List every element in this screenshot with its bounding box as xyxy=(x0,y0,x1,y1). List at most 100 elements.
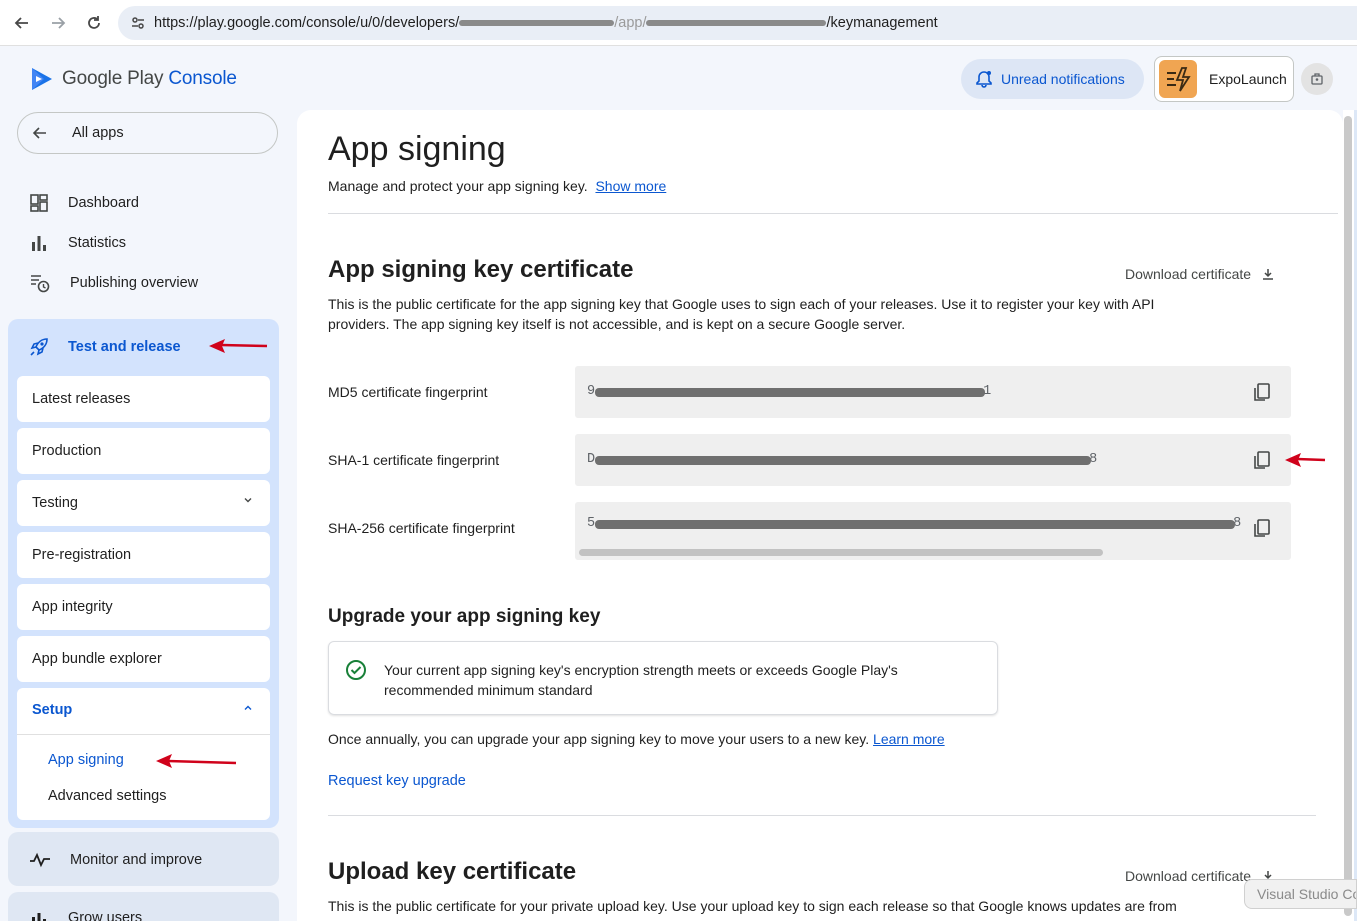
redaction-bar xyxy=(595,520,1235,529)
sidebar-item-test-and-release[interactable]: Test and release xyxy=(28,332,181,362)
upload-cert-description: This is the public certificate for your … xyxy=(328,898,1177,914)
page-title: App signing xyxy=(328,130,506,168)
redaction-bar xyxy=(595,388,985,397)
sha1-value-start: D xyxy=(587,452,596,467)
url-prefix: https://play.google.com/console/u/0/deve… xyxy=(154,15,460,31)
md5-label: MD5 certificate fingerprint xyxy=(328,384,488,400)
encryption-status-box: Your current app signing key's encryptio… xyxy=(328,641,998,715)
download-icon xyxy=(1263,269,1274,280)
sidebar-item-label: Statistics xyxy=(68,235,127,251)
sidebar-item-publishing-overview[interactable]: Publishing overview xyxy=(28,268,198,298)
request-key-upgrade-link[interactable]: Request key upgrade xyxy=(328,773,466,789)
download-certificate-label: Download certificate xyxy=(1125,868,1252,884)
md5-fingerprint-field[interactable]: 91 xyxy=(575,366,1291,418)
chevron-up-icon[interactable] xyxy=(242,702,254,714)
all-apps-button[interactable]: All apps xyxy=(17,112,278,154)
app-name: ExpoLaunch xyxy=(1209,71,1287,87)
page-subtitle-text: Manage and protect your app signing key. xyxy=(328,178,588,194)
publishing-history-icon xyxy=(31,275,50,293)
download-certificate-label: Download certificate xyxy=(1125,266,1252,282)
horizontal-scrollbar[interactable] xyxy=(579,549,1103,556)
sub-item-label: App bundle explorer xyxy=(32,651,162,667)
divider xyxy=(328,213,1338,214)
url-mid: /app/ xyxy=(614,15,647,31)
sidebar-item-app-bundle-explorer[interactable]: App bundle explorer xyxy=(17,636,270,682)
download-certificate-button[interactable]: Download certificate xyxy=(1125,266,1275,282)
sub-item-label: Latest releases xyxy=(32,391,131,407)
dashboard-icon xyxy=(30,194,48,212)
divider xyxy=(328,815,1316,816)
browser-toolbar: https://play.google.com/console/u/0/deve… xyxy=(0,0,1357,46)
annotation-arrow-test-and-release xyxy=(209,339,268,353)
sidebar-item-label: Dashboard xyxy=(68,195,139,211)
page-subtitle: Manage and protect your app signing key.… xyxy=(328,178,666,194)
site-settings-icon[interactable] xyxy=(122,14,154,32)
bar-chart-icon xyxy=(32,236,46,251)
notifications-label: Unread notifications xyxy=(1001,71,1125,87)
sidebar-item-pre-registration[interactable]: Pre-registration xyxy=(17,532,270,578)
md5-value-start: 9 xyxy=(587,384,596,399)
sha256-fingerprint-field[interactable]: 58 xyxy=(575,502,1291,560)
chevron-down-icon xyxy=(244,498,252,503)
check-circle-icon xyxy=(346,660,366,680)
address-bar[interactable]: https://play.google.com/console/u/0/deve… xyxy=(118,6,1357,40)
copy-icon[interactable] xyxy=(1251,381,1273,403)
copy-icon[interactable] xyxy=(1251,449,1273,471)
sidebar-item-advanced-settings[interactable]: Advanced settings xyxy=(48,788,167,804)
back-icon[interactable] xyxy=(4,5,40,41)
sidebar-item-app-signing[interactable]: App signing xyxy=(48,752,124,768)
sidebar-item-label: Grow users xyxy=(68,910,143,921)
section-title-upgrade: Upgrade your app signing key xyxy=(328,606,601,627)
play-logo-icon xyxy=(32,68,52,90)
reload-icon[interactable] xyxy=(76,5,112,41)
all-apps-label: All apps xyxy=(72,125,124,141)
annotation-arrow-app-signing xyxy=(156,754,237,768)
google-play-console-logo[interactable]: Google Play Console xyxy=(30,66,237,92)
show-more-link[interactable]: Show more xyxy=(595,178,666,194)
sidebar-item-latest-releases[interactable]: Latest releases xyxy=(17,376,270,422)
section-description: This is the public certificate for the a… xyxy=(328,296,1155,332)
account-icon[interactable] xyxy=(1301,63,1333,95)
main-content: App signing Manage and protect your app … xyxy=(297,110,1343,921)
sidebar-item-testing[interactable]: Testing xyxy=(17,480,270,526)
url-suffix: /keymanagement xyxy=(826,15,938,31)
redacted-app-id xyxy=(646,20,827,27)
annotation-arrow-sha1 xyxy=(1285,453,1326,467)
app-selector[interactable]: ExpoLaunch xyxy=(1154,56,1294,102)
redacted-developer-id xyxy=(459,20,615,27)
copy-icon[interactable] xyxy=(1251,517,1273,539)
forward-icon[interactable] xyxy=(40,5,76,41)
section-title-upload-cert: Upload key certificate xyxy=(328,858,577,885)
monitor-pulse-icon xyxy=(30,852,50,868)
divider xyxy=(17,734,270,735)
sha256-value-start: 5 xyxy=(587,516,596,531)
rocket-icon xyxy=(30,338,48,356)
learn-more-link[interactable]: Learn more xyxy=(873,731,945,747)
sub-item-label: Production xyxy=(32,443,102,459)
sidebar-item-dashboard[interactable]: Dashboard xyxy=(28,188,139,218)
arrow-back-icon xyxy=(32,127,46,139)
logo-text-console: Console xyxy=(168,68,237,89)
expolaunch-app-icon xyxy=(1159,60,1197,98)
sidebar-item-app-integrity[interactable]: App integrity xyxy=(17,584,270,630)
sha1-fingerprint-field[interactable]: D8 xyxy=(575,434,1291,486)
vscode-overlay[interactable]: Visual Studio Co xyxy=(1244,879,1357,909)
logo-text: Google Play Console xyxy=(62,68,237,90)
section-title-app-signing-cert: App signing key certificate xyxy=(328,256,634,283)
sidebar-item-grow-users[interactable]: Grow users xyxy=(28,903,142,921)
page-scrollbar[interactable] xyxy=(1344,116,1352,916)
upgrade-note: Once annually, you can upgrade your app … xyxy=(328,731,945,747)
sha1-label: SHA-1 certificate fingerprint xyxy=(328,452,500,468)
sub-item-label: Pre-registration xyxy=(32,547,132,563)
sidebar-item-monitor-and-improve[interactable]: Monitor and improve xyxy=(28,845,202,875)
setup-toggle[interactable]: Setup xyxy=(32,702,72,718)
sidebar-item-statistics[interactable]: Statistics xyxy=(28,228,126,258)
upgrade-note-text: Once annually, you can upgrade your app … xyxy=(328,731,870,747)
grow-chart-icon xyxy=(32,913,46,921)
url-text: https://play.google.com/console/u/0/deve… xyxy=(154,15,938,31)
encryption-status-text: Your current app signing key's encryptio… xyxy=(384,662,898,698)
sidebar-item-production[interactable]: Production xyxy=(17,428,270,474)
unread-notifications-button[interactable]: Unread notifications xyxy=(961,59,1144,99)
logo-text-google-play: Google Play xyxy=(62,68,164,89)
sidebar-item-label: Monitor and improve xyxy=(70,852,203,868)
